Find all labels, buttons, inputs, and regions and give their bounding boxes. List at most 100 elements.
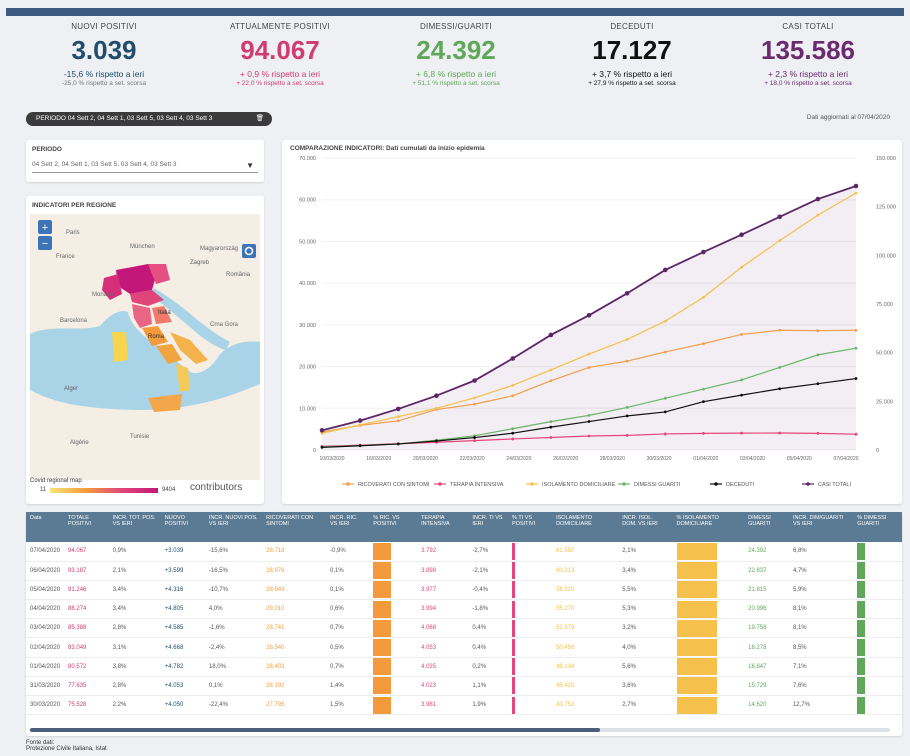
kpi-delta: + 6,8 % rispetto a ieri xyxy=(415,69,497,79)
data-point xyxy=(740,333,743,336)
table-cell: 16.847 xyxy=(744,657,789,677)
table-cell: 2,7% xyxy=(618,695,673,716)
data-point xyxy=(701,249,706,255)
y-left-tick-label: 60.000 xyxy=(299,198,316,204)
percentage-bar xyxy=(676,677,717,695)
data-point xyxy=(549,379,553,383)
table-cell: 28.741 xyxy=(262,618,326,639)
column-header[interactable]: INCR. TOT. POS. VS IERI xyxy=(108,512,161,542)
column-header[interactable]: TOTALE POSITIVI xyxy=(64,512,109,542)
kpi-total-cases: CASI TOTALI 135.586 + 2,3 % rispetto a i… xyxy=(720,18,896,98)
percentage-bar xyxy=(857,619,866,637)
kpi-deceased: DECEDUTI 17.127 + 3,7 % rispetto a ieri … xyxy=(544,18,720,98)
y-left-tick-label: 0 xyxy=(313,448,316,454)
column-header[interactable]: % RIC. VS POSITIVI xyxy=(369,512,418,542)
data-point xyxy=(816,431,820,435)
kpi-delta-week: + 22,0 % rispetto a set. scorsa xyxy=(236,80,324,87)
table-cell: 5,5% xyxy=(618,580,673,601)
column-header[interactable]: % DIMESSI GUARITI xyxy=(853,512,902,542)
table-cell: 80.572 xyxy=(64,657,109,677)
region-map[interactable]: Paris France München Zagreb Magyarország… xyxy=(30,214,260,480)
period-filter-chip[interactable]: PERIODO 04 Sett 2, 04 Sett 1, 03 Sett 5,… xyxy=(26,112,272,126)
table-row[interactable]: 31/03/2020 77.635 2,8% +4.053 0,1% 28.192 1,4%… xyxy=(26,676,902,697)
legend-label: DECEDUTI xyxy=(726,482,755,488)
table-cell: 2,1% xyxy=(618,542,673,562)
data-point xyxy=(778,431,782,435)
table-cell: 3,4% xyxy=(108,599,161,620)
data-point xyxy=(854,432,858,436)
column-header[interactable]: NUOVO POSITIVI xyxy=(160,512,205,542)
table-row[interactable]: 04/04/2020 88.274 3,4% +4.805 4,0% 29.010 0,6%… xyxy=(26,599,902,620)
percentage-bar xyxy=(373,542,392,560)
x-tick-label: 30/03/2020 xyxy=(647,456,672,462)
table-cell xyxy=(369,561,418,581)
legend-label: TERAPIA INTENSIVA xyxy=(450,482,504,488)
table-cell xyxy=(853,657,902,677)
table-cell: +3.039 xyxy=(160,542,205,562)
table-cell: +4.782 xyxy=(160,657,205,677)
legend-swatch-dot xyxy=(438,482,442,486)
x-tick-label: 01/04/2020 xyxy=(693,456,718,462)
column-header[interactable]: % ISOLAMENTO DOMICILIARE xyxy=(672,512,745,542)
table-row[interactable]: 30/03/2020 75.528 2,2% +4.050 -22,4% 27.795 1,… xyxy=(26,695,902,716)
table-cell: +4.316 xyxy=(160,580,205,601)
data-point xyxy=(625,406,629,409)
y-right-tick-label: 50.000 xyxy=(876,351,893,357)
layers-button[interactable] xyxy=(242,244,256,258)
table-cell: 6,8% xyxy=(788,542,854,562)
table-cell: 01/04/2020 xyxy=(26,657,65,677)
kpi-delta: -15,6 % rispetto a ieri xyxy=(63,69,145,79)
map-credit[interactable]: contributors xyxy=(190,482,242,493)
table-cell: +4.053 xyxy=(160,676,205,697)
table-row[interactable]: 06/04/2020 93.187 2,1% +3.599 -16,5% 28.976 0,… xyxy=(26,561,902,581)
column-header[interactable]: DIMESSI GUARITI xyxy=(744,512,789,542)
table-cell xyxy=(508,676,553,697)
column-header[interactable]: TERAPIA INTENSIVA xyxy=(417,512,469,542)
column-header[interactable]: ISOLAMENTO DOMICILIARE xyxy=(552,512,619,542)
column-header[interactable]: INCR. RIC. VS IERI xyxy=(326,512,370,542)
map-label-zagreb: Zagreb xyxy=(190,260,210,266)
table-cell xyxy=(369,676,418,697)
column-header[interactable]: RICOVERATI CON SINTOMI xyxy=(262,512,326,542)
data-point xyxy=(549,436,553,439)
data-point xyxy=(740,265,743,269)
table-row[interactable]: 07/04/2020 94.067 0,9% +3.039 -15,6% 28.718 -0… xyxy=(26,542,902,562)
table-cell xyxy=(672,561,745,581)
data-point xyxy=(587,420,591,423)
table-row[interactable]: 02/04/2020 83.049 3,1% +4.668 -2,4% 28.540 0,5… xyxy=(26,637,902,658)
y-left-tick-label: 40.000 xyxy=(299,281,316,287)
table-cell xyxy=(853,676,902,697)
table-cell: 77.635 xyxy=(64,676,109,697)
region-toscana xyxy=(132,304,152,328)
table-cell: 3.898 xyxy=(417,561,469,581)
table-cell: 0,1% xyxy=(326,580,370,601)
table-cell: 3,8% xyxy=(108,657,161,677)
table-cell: 28.192 xyxy=(262,676,326,697)
data-point xyxy=(853,183,859,189)
map-legend: Covid regional map 11 9404 contributors xyxy=(30,478,260,500)
column-header[interactable]: INCR. TI VS IERI xyxy=(468,512,508,542)
table-row[interactable]: 03/04/2020 85.388 2,8% +4.585 -1,6% 28.741 0,7… xyxy=(26,618,902,639)
comparison-chart: COMPARAZIONE INDICATORI: Dati cumulati d… xyxy=(290,145,896,488)
column-header[interactable]: INCR. DIM/GUARITI VS IERI xyxy=(788,512,854,542)
table-row[interactable]: 01/04/2020 80.572 3,8% +4.782 18,0% 28.403 0,7… xyxy=(26,657,902,677)
column-header[interactable]: INCR. ISOL. DOM. VS IERI xyxy=(618,512,673,542)
table-cell: 28.976 xyxy=(262,561,326,581)
table-row[interactable]: 05/04/2020 91.246 3,4% +4.316 -10,7% 28.949 0,… xyxy=(26,580,902,601)
column-header[interactable]: % TI VS POSITIVI xyxy=(508,512,553,542)
table-cell xyxy=(672,637,745,658)
table-cell: 2,2% xyxy=(108,695,161,716)
data-point xyxy=(816,213,820,217)
horizontal-scrollbar[interactable] xyxy=(30,728,600,732)
column-header[interactable]: Data xyxy=(26,512,65,542)
legend-swatch-dot xyxy=(806,482,810,486)
table-cell: 0,7% xyxy=(326,657,370,677)
trash-icon[interactable]: 🗑 xyxy=(256,112,264,126)
x-tick-label: 16/03/2020 xyxy=(366,456,391,462)
data-point xyxy=(854,328,858,332)
table-cell xyxy=(672,676,745,697)
column-header[interactable]: INCR. NUOVI POS. VS IERI xyxy=(204,512,263,542)
period-select[interactable]: 04 Sett 2, 04 Sett 1, 03 Sett 5, 03 Sett… xyxy=(32,161,258,173)
table-cell: 3.792 xyxy=(417,542,469,562)
chevron-down-icon[interactable]: ▼ xyxy=(246,161,254,170)
